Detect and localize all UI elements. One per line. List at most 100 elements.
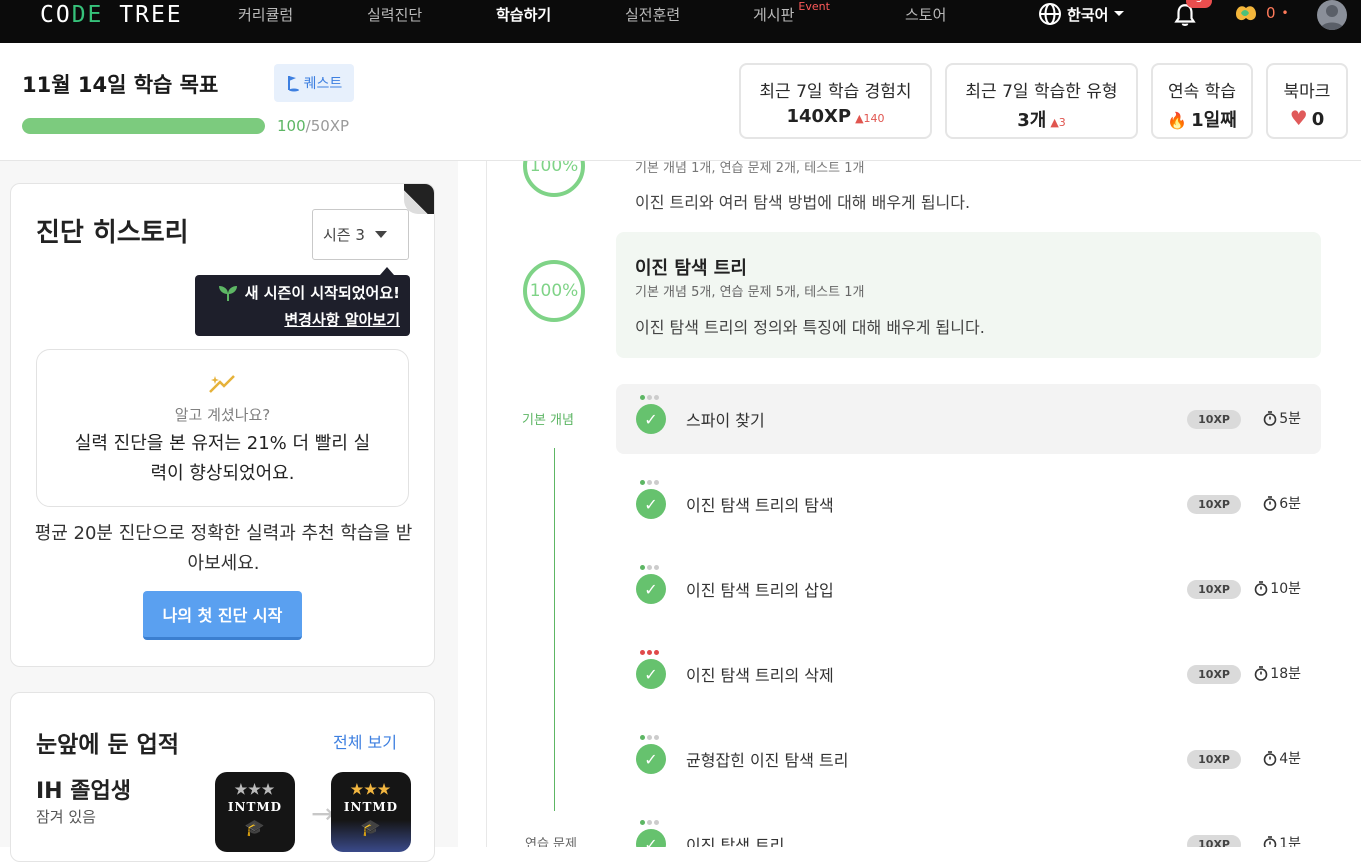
goal-progress-text: 100/50XP xyxy=(277,117,349,135)
nav-board-label: 게시판 xyxy=(753,6,795,24)
topic-meta: 기본 개념 5개, 연습 문제 5개, 테스트 1개 xyxy=(635,285,865,300)
lesson-row[interactable]: ✓ 스파이 찾기 10XP 5분 xyxy=(616,384,1321,454)
curriculum-pane: 100% 기본 개념 1개, 연습 문제 2개, 테스트 1개 이진 트리와 여… xyxy=(487,161,1361,847)
lesson-xp-badge: 10XP xyxy=(1187,750,1241,769)
goal-progress-total: /50XP xyxy=(305,117,350,135)
section-label-practice: 연습 문제 xyxy=(525,837,577,847)
achievement-name: IH 졸업생 xyxy=(36,779,131,804)
lesson-name: 이진 탐색 트리 xyxy=(686,836,785,847)
goal-progress-bar xyxy=(22,118,265,134)
nav-board[interactable]: 게시판 Event xyxy=(753,0,830,25)
nav-training[interactable]: 실전훈련 xyxy=(625,4,680,25)
difficulty-dot xyxy=(647,820,652,825)
event-tag: Event xyxy=(798,0,830,13)
section-label-basic: 기본 개념 xyxy=(522,413,574,428)
lesson-name: 스파이 찾기 xyxy=(686,411,765,430)
badge-text: INTMD xyxy=(343,800,399,814)
badge-current[interactable]: ★★★ INTMD 🎓 xyxy=(215,772,295,852)
stat-bookmark[interactable]: 북마크 ♥ 0 xyxy=(1266,63,1348,139)
lesson-name: 이진 탐색 트리의 삽입 xyxy=(686,581,834,600)
check-icon: ✓ xyxy=(636,574,666,604)
lesson-xp-badge: 10XP xyxy=(1187,410,1241,429)
start-diagnosis-button[interactable]: 나의 첫 진단 시작 xyxy=(143,591,302,640)
lesson-time-value: 5분 xyxy=(1279,411,1301,427)
lesson-row[interactable]: ✓ 이진 탐색 트리의 삽입 10XP 10분 xyxy=(616,554,1321,624)
language-selector[interactable]: 한국어 xyxy=(1038,2,1125,26)
nav-curriculum[interactable]: 커리큘럼 xyxy=(238,4,293,25)
difficulty-dot xyxy=(647,480,652,485)
tooltip-title: 새 시즌이 시작되었어요! xyxy=(244,284,400,302)
achievement-title: 눈앞에 둔 업적 xyxy=(36,732,179,758)
check-icon: ✓ xyxy=(636,489,666,519)
nav-learn[interactable]: 학습하기 xyxy=(496,4,551,25)
stat-label: 북마크 xyxy=(1283,82,1331,102)
caret-down-icon xyxy=(1114,11,1125,16)
lesson-time-value: 6분 xyxy=(1279,496,1301,512)
user-icon xyxy=(1320,5,1344,30)
timeline-line xyxy=(554,448,555,811)
lesson-row[interactable]: ✓ 이진 탐색 트리의 삭제 10XP 18분 xyxy=(616,639,1321,709)
check-icon: ✓ xyxy=(636,744,666,774)
language-label: 한국어 xyxy=(1067,5,1109,24)
badge-text: INTMD xyxy=(227,800,283,814)
topic-desc: 이진 탐색 트리의 정의와 특징에 대해 배우게 됩니다. xyxy=(635,318,985,337)
diagnosis-card: 진단 히스토리 시즌 3 새 시즌이 시작되었어요! 변경사항 알아보기 알고 … xyxy=(10,183,435,667)
difficulty-dot xyxy=(640,395,645,400)
sprout-icon xyxy=(218,285,237,301)
logo[interactable]: CODE TREE xyxy=(40,2,183,28)
lesson-row[interactable]: ✓ 이진 탐색 트리 10XP 1분 xyxy=(616,809,1321,847)
goal-progress-fill xyxy=(22,118,265,134)
new-season-tooltip[interactable]: 새 시즌이 시작되었어요! 변경사항 알아보기 xyxy=(195,267,410,336)
difficulty-dot xyxy=(654,565,659,570)
lesson-row[interactable]: ✓ 균형잡힌 이진 탐색 트리 10XP 4분 xyxy=(616,724,1321,794)
stat-delta: ▲3 xyxy=(1050,116,1066,129)
difficulty-dot xyxy=(640,735,645,740)
difficulty-dot xyxy=(647,735,652,740)
difficulty-dot xyxy=(640,820,645,825)
lesson-row[interactable]: ✓ 이진 탐색 트리의 탐색 10XP 6분 xyxy=(616,469,1321,539)
difficulty-dot xyxy=(654,480,659,485)
nav-store[interactable]: 스토어 xyxy=(905,4,946,25)
season-select[interactable]: 시즌 3 xyxy=(312,209,409,260)
fire-icon: 🔥 xyxy=(1167,111,1188,130)
quest-label: 퀘스트 xyxy=(303,76,343,92)
coin-icon xyxy=(1236,6,1256,21)
difficulty-indicator xyxy=(640,395,659,400)
lesson-xp-badge: 10XP xyxy=(1187,665,1241,684)
achievement-card: 눈앞에 둔 업적 전체 보기 IH 졸업생 잠겨 있음 ★★★ INTMD 🎓 … xyxy=(10,692,435,862)
difficulty-dot xyxy=(654,820,659,825)
stat-weekly-xp: 최근 7일 학습 경험치 140XP ▲140 xyxy=(739,63,932,139)
difficulty-dot xyxy=(640,565,645,570)
difficulty-indicator xyxy=(640,820,659,825)
difficulty-dot xyxy=(640,480,645,485)
coin-count: 0 xyxy=(1266,4,1276,22)
difficulty-dot xyxy=(647,650,652,655)
difficulty-dot xyxy=(654,735,659,740)
topic-card[interactable]: 이진 탐색 트리 기본 개념 5개, 연습 문제 5개, 테스트 1개 이진 탐… xyxy=(616,232,1321,358)
season-value: 시즌 3 xyxy=(323,226,365,244)
check-icon: ✓ xyxy=(636,659,666,689)
stat-value: 1일째 xyxy=(1191,110,1237,131)
lesson-time: 1분 xyxy=(1263,833,1301,847)
see-all-link[interactable]: 전체 보기 xyxy=(333,729,397,753)
difficulty-indicator xyxy=(640,735,659,740)
badge-next[interactable]: ★★★ INTMD 🎓 xyxy=(331,772,411,852)
did-you-know-question: 알고 계셨나요? xyxy=(174,406,271,424)
difficulty-indicator xyxy=(640,565,659,570)
graduation-cap-icon: 🎓 xyxy=(244,818,266,837)
lesson-time: 10분 xyxy=(1254,578,1301,598)
coin-dot: • xyxy=(1281,6,1289,20)
goal-bar: 11월 14일 학습 목표 퀘스트 100/50XP 최근 7일 학습 경험치 … xyxy=(0,43,1361,161)
coin-balance[interactable]: 0 • xyxy=(1232,2,1289,24)
timer-icon xyxy=(1254,580,1268,596)
changes-link[interactable]: 변경사항 알아보기 xyxy=(205,309,400,330)
quest-button[interactable]: 퀘스트 xyxy=(274,64,354,102)
nav-diagnosis[interactable]: 실력진단 xyxy=(367,4,422,25)
timer-icon xyxy=(1263,750,1277,766)
left-pane: 진단 히스토리 시즌 3 새 시즌이 시작되었어요! 변경사항 알아보기 알고 … xyxy=(0,161,458,862)
stat-streak: 연속 학습 🔥 1일째 xyxy=(1151,63,1253,139)
avatar[interactable] xyxy=(1317,0,1347,30)
progress-ring: 100% xyxy=(523,260,585,322)
timer-icon xyxy=(1263,495,1277,511)
stat-label: 연속 학습 xyxy=(1168,82,1236,102)
